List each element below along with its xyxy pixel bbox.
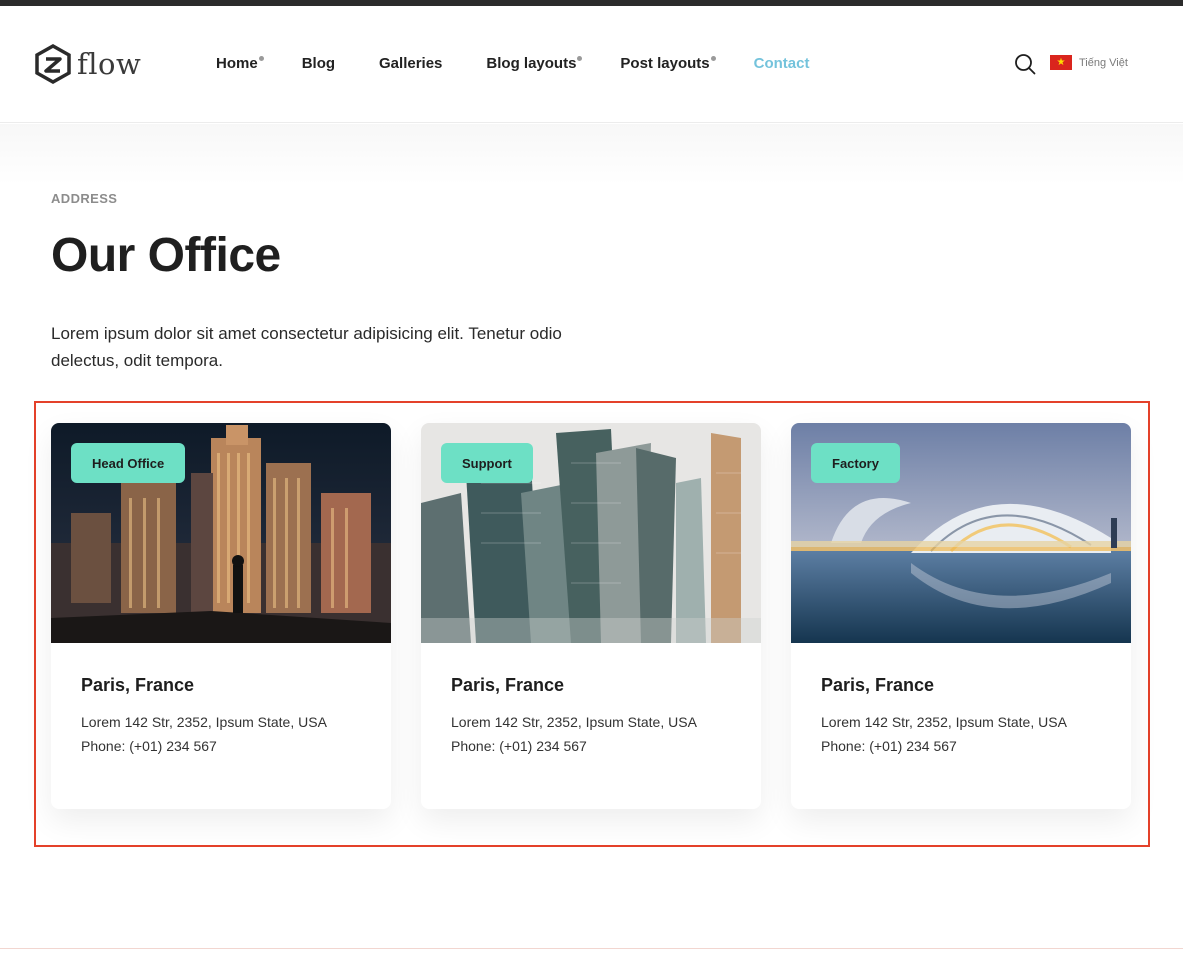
site-header: flow Home Blog Galleries Blog layouts Po…	[0, 6, 1183, 123]
language-label: Tiếng Việt	[1079, 56, 1128, 69]
office-city: Paris, France	[81, 675, 195, 695]
logo-mark-icon	[35, 44, 71, 84]
office-badge: Support	[441, 443, 533, 483]
logo-text: flow	[77, 46, 142, 81]
submenu-dot-icon	[577, 56, 583, 61]
office-photo: Support	[421, 423, 761, 643]
section-eyebrow: ADDRESS	[51, 191, 118, 206]
office-address: Lorem 142 Str, 2352, Ipsum State, USA	[81, 714, 327, 730]
office-badge: Factory	[811, 443, 900, 483]
office-phone: Phone: (+01) 234 567	[821, 738, 957, 754]
nav-item-post-layouts[interactable]: Post layouts	[620, 54, 716, 74]
office-photo: Head Office	[51, 423, 391, 643]
office-address: Lorem 142 Str, 2352, Ipsum State, USA	[821, 714, 1067, 730]
office-phone: Phone: (+01) 234 567	[81, 738, 217, 754]
office-card-factory[interactable]: Factory Paris, France Lorem 142 Str, 235…	[791, 423, 1131, 809]
nav-item-galleries[interactable]: Galleries	[379, 54, 442, 74]
office-badge: Head Office	[71, 443, 186, 483]
vietnam-flag-icon: ★	[1050, 55, 1072, 70]
main-nav: Home Blog Galleries Blog layouts Post la…	[216, 54, 853, 74]
search-icon[interactable]	[1014, 53, 1036, 75]
nav-item-contact[interactable]: Contact	[754, 54, 810, 74]
section-lead: Lorem ipsum dolor sit amet consectetur a…	[51, 324, 562, 370]
office-city: Paris, France	[821, 675, 935, 695]
card-body: Paris, France Lorem 142 Str, 2352, Ipsum…	[51, 643, 391, 788]
nav-item-blog-layouts[interactable]: Blog layouts	[486, 54, 583, 74]
office-card-head-office[interactable]: Head Office Paris, France Lorem 142 Str,…	[51, 423, 391, 809]
submenu-dot-icon	[710, 56, 716, 61]
page-title: Our Office	[51, 229, 281, 282]
office-address: Lorem 142 Str, 2352, Ipsum State, USA	[451, 714, 697, 730]
office-photo: Factory	[791, 423, 1131, 643]
submenu-dot-icon	[258, 56, 264, 61]
nav-item-blog[interactable]: Blog	[302, 54, 335, 74]
office-city: Paris, France	[451, 675, 565, 695]
language-switcher[interactable]: ★ Tiếng Việt	[1050, 55, 1128, 70]
card-body: Paris, France Lorem 142 Str, 2352, Ipsum…	[421, 643, 761, 788]
office-card-support[interactable]: Support Paris, France Lorem 142 Str, 235…	[421, 423, 761, 809]
nav-item-home[interactable]: Home	[216, 54, 264, 74]
office-phone: Phone: (+01) 234 567	[451, 738, 587, 754]
card-body: Paris, France Lorem 142 Str, 2352, Ipsum…	[791, 643, 1131, 788]
logo[interactable]: flow	[35, 44, 141, 84]
footer-divider	[0, 948, 1183, 949]
header-shadow-band	[0, 124, 1183, 184]
